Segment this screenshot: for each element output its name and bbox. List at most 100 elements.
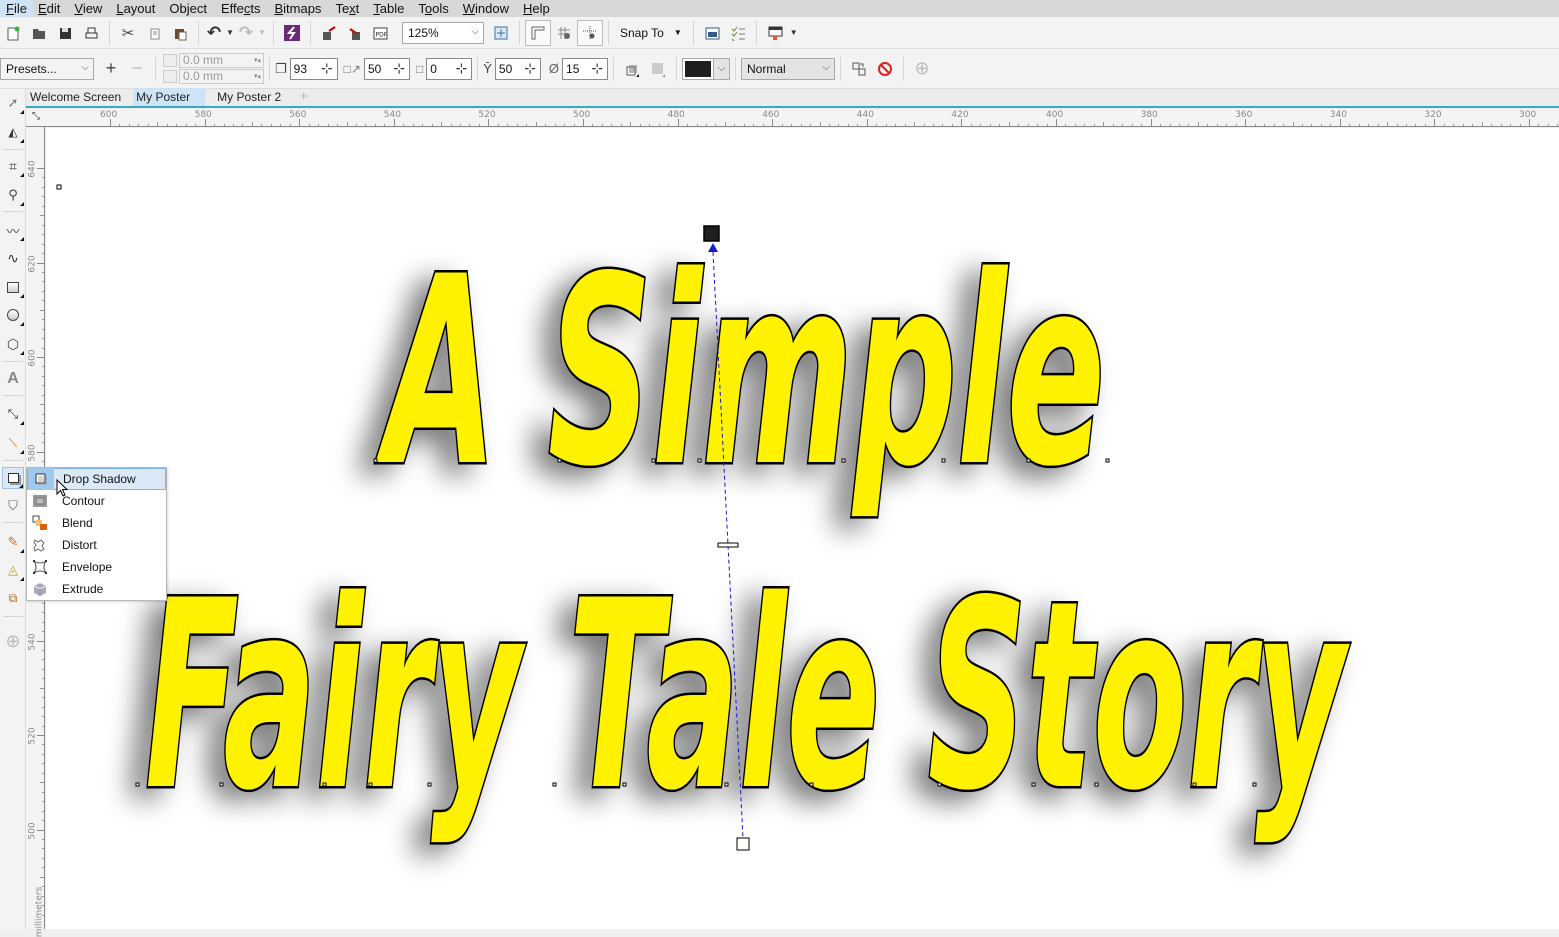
slider-toggle-icon[interactable]: ⊹ — [591, 60, 603, 77]
drawing-canvas[interactable]: A Simple Fairy Tale Story — [46, 128, 1559, 929]
shape-tool[interactable]: ◭ — [2, 121, 24, 143]
offset-y-input[interactable]: 0.0 mm ▾▴ — [179, 69, 264, 84]
slider-toggle-icon[interactable]: ⊹ — [393, 60, 405, 77]
tab-my-poster-2[interactable]: My Poster 2 — [213, 88, 293, 106]
delete-preset-button[interactable]: − — [124, 56, 150, 82]
save-button[interactable] — [52, 20, 78, 46]
feathering-edges-button[interactable] — [645, 56, 671, 82]
show-rulers-button[interactable] — [525, 19, 551, 46]
zoom-level-select[interactable]: 125% ⌵ — [402, 21, 484, 44]
polygon-tool[interactable]: ⬡ — [2, 333, 24, 355]
shadow-fade-input[interactable]: 0 ⊹ — [426, 57, 473, 80]
presets-select[interactable]: Presets... ⌵ — [0, 57, 94, 80]
menu-help[interactable]: Help — [518, 0, 559, 17]
zoom-to-page-button[interactable] — [488, 20, 514, 46]
headline-line-2[interactable]: Fairy Tale Story — [143, 544, 1353, 851]
shadow-opacity-input[interactable]: 50 ⊹ — [494, 57, 541, 80]
add-preset-button[interactable]: + — [98, 56, 124, 82]
publish-pdf-button[interactable]: PDF — [368, 20, 394, 46]
undo-button[interactable]: ↶ — [204, 20, 224, 46]
menu-object[interactable]: Object — [164, 0, 216, 17]
pick-tool[interactable]: ➚ — [2, 92, 24, 114]
copy-button[interactable] — [141, 20, 167, 46]
export-button[interactable] — [342, 20, 368, 46]
flyout-item-envelope[interactable]: Envelope — [27, 556, 166, 578]
flyout-item-drop-shadow[interactable]: Drop Shadow — [27, 468, 166, 490]
application-launcher-button[interactable] — [699, 20, 725, 46]
shadow-angle-input[interactable]: 93 ⊹ — [289, 57, 338, 80]
headline-line-1[interactable]: A Simple — [371, 220, 1107, 527]
print-button[interactable] — [78, 20, 104, 46]
quick-customize-add-button[interactable]: ⊕ — [909, 56, 935, 82]
new-tab-button[interactable]: + — [293, 88, 314, 106]
feathering-direction-button[interactable] — [619, 56, 645, 82]
slider-toggle-icon[interactable]: ⊹ — [524, 60, 536, 77]
menu-view[interactable]: View — [69, 0, 111, 17]
merge-mode-select[interactable]: Normal ⌵ — [741, 57, 836, 80]
menu-bitmaps[interactable]: Bitmaps — [269, 0, 330, 17]
smart-fill-tool[interactable]: ⧉ — [2, 587, 24, 609]
options-button[interactable] — [725, 20, 751, 46]
interactive-fill-tool[interactable]: ◬ — [2, 559, 24, 581]
menu-edit[interactable]: Edit — [33, 0, 69, 17]
horizontal-ruler[interactable]: ⤡ 600 580 560 540 520 500 480 460 440 420 400 380 36… — [26, 110, 1559, 127]
tab-welcome-screen[interactable]: Welcome Screen — [26, 88, 133, 106]
artistic-media-tool[interactable]: ∿ — [2, 247, 24, 269]
spin-arrows-icon[interactable]: ▾▴ — [254, 54, 261, 67]
menu-effects[interactable]: Effects — [216, 0, 270, 17]
clear-shadow-button[interactable] — [872, 56, 898, 82]
shadow-color-handle[interactable] — [703, 225, 720, 242]
shadow-end-handle[interactable] — [736, 837, 750, 851]
menu-text[interactable]: Text — [330, 0, 368, 17]
spin-arrows-icon[interactable]: ▾▴ — [254, 70, 261, 83]
drop-shadow-tool[interactable] — [2, 467, 24, 489]
flyout-item-extrude[interactable]: Extrude — [27, 578, 166, 600]
menu-layout[interactable]: Layout — [111, 0, 164, 17]
ruler-tick-label: 300 — [1519, 110, 1537, 120]
rectangle-tool[interactable] — [2, 276, 24, 298]
flyout-item-distort[interactable]: Distort — [27, 534, 166, 556]
quick-customize-button[interactable] — [762, 20, 788, 46]
text-tool[interactable]: A — [2, 368, 24, 390]
headline-text-group[interactable]: A Simple Fairy Tale Story — [143, 220, 1353, 851]
open-button[interactable] — [26, 20, 52, 46]
slider-toggle-icon[interactable]: ⊹ — [321, 60, 333, 77]
menu-file[interactable]: File — [0, 0, 33, 17]
slider-toggle-icon[interactable]: ⊹ — [455, 60, 467, 77]
menu-table[interactable]: Table — [368, 0, 413, 17]
transparency-tool[interactable]: ⛉ — [2, 495, 24, 517]
customize-toolbox-button[interactable]: ⊕ — [2, 630, 24, 652]
dimension-tool[interactable]: ⤡ — [2, 403, 24, 425]
zoom-tool[interactable]: ⚲ — [2, 184, 24, 206]
search-content-button[interactable] — [279, 20, 305, 46]
ruler-origin-icon[interactable]: ⤡ — [32, 111, 40, 122]
cut-button[interactable]: ✂ — [115, 20, 141, 46]
flyout-item-blend[interactable]: Blend — [27, 512, 166, 534]
flyout-item-contour[interactable]: Contour — [27, 490, 166, 512]
new-document-button[interactable] — [0, 20, 26, 46]
connector-tool[interactable]: ⟍ — [2, 432, 24, 454]
show-grid-button[interactable] — [551, 20, 577, 46]
ellipse-tool[interactable] — [2, 304, 24, 326]
shadow-feathering-input[interactable]: 15 ⊹ — [562, 57, 609, 80]
menu-window[interactable]: Window — [458, 0, 518, 17]
crop-tool[interactable]: ⌗ — [2, 155, 24, 177]
copy-shadow-properties-button[interactable] — [846, 56, 872, 82]
show-guidelines-button[interactable] — [577, 19, 603, 46]
shadow-opacity-slider[interactable] — [717, 542, 739, 548]
undo-dropdown-arrow[interactable]: ▼ — [224, 28, 236, 37]
redo-dropdown-arrow[interactable]: ▼ — [256, 28, 268, 37]
freehand-tool[interactable]: 〰 — [2, 219, 24, 241]
paste-button[interactable] — [167, 20, 193, 46]
redo-button[interactable]: ↷ — [236, 20, 256, 46]
ruler-minor-tick — [42, 810, 44, 812]
shadow-color-picker[interactable]: ⌵ — [682, 57, 731, 80]
tab-my-poster[interactable]: My Poster — [133, 88, 206, 106]
shadow-stretch-input[interactable]: 50 ⊹ — [363, 57, 410, 80]
eyedropper-tool[interactable]: ✎ — [2, 531, 24, 553]
offset-x-input[interactable]: 0.0 mm ▾▴ — [179, 53, 264, 68]
import-button[interactable] — [316, 20, 342, 46]
menu-tools[interactable]: Tools — [413, 0, 457, 17]
customize-dropdown-arrow[interactable]: ▼ — [788, 28, 800, 37]
snap-to-dropdown[interactable]: Snap To ▼ — [614, 26, 688, 40]
